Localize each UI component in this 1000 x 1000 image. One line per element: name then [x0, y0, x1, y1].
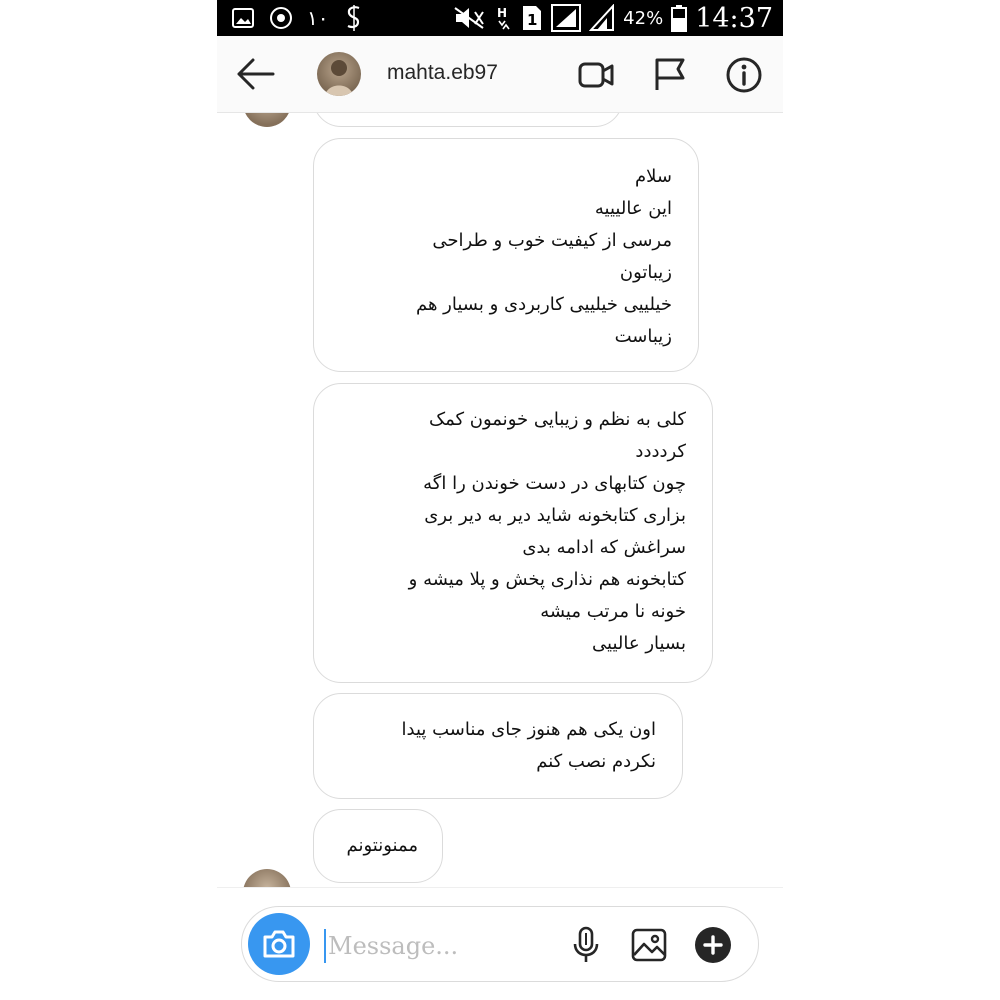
gallery-icon[interactable] [630, 926, 668, 964]
svg-text:H: H [497, 6, 507, 20]
chrome-notification-icon [270, 7, 292, 29]
status-bar: ١٠ H 1 42% 14:37 [217, 0, 783, 36]
clock: 14:37 [695, 2, 773, 34]
hplus-data-icon: H [497, 6, 510, 30]
battery-icon [671, 5, 688, 32]
signal-icon-2 [589, 4, 615, 31]
chat-header: mahta.eb97 [217, 36, 783, 113]
mute-icon [454, 7, 485, 29]
back-arrow-icon[interactable] [235, 56, 275, 92]
camera-icon [263, 930, 295, 958]
message-text-4: ممنونتونم [346, 835, 418, 856]
status-left-glyph: ١٠ [307, 6, 329, 30]
composer-bar [217, 887, 783, 1000]
username[interactable]: mahta.eb97 [387, 61, 498, 85]
gallery-notification-icon [232, 8, 254, 28]
info-icon[interactable] [725, 56, 763, 94]
avatar[interactable] [317, 52, 361, 96]
sender-avatar-bottom [243, 869, 291, 887]
plus-icon[interactable] [694, 926, 732, 964]
microphone-icon[interactable] [567, 926, 605, 964]
camera-button[interactable] [248, 913, 310, 975]
message-bubble-1[interactable]: سلام این عالیییه مرسی از کیفیت خوب و طرا… [313, 138, 699, 372]
phone-screen: ١٠ H 1 42% 14:37 mahta.eb97 سلام این عال… [217, 0, 783, 1000]
message-text-1: سلام این عالیییه مرسی از کیفیت خوب و طرا… [415, 166, 672, 347]
message-bubble-2[interactable]: کلی به نظم و زیبایی خونمون کمک کردددد چو… [313, 383, 713, 683]
flag-icon[interactable] [651, 56, 689, 94]
message-bubble-3[interactable]: اون یکی هم هنوز جای مناسب پیدا نکردم نصب… [313, 693, 683, 799]
message-text-2: کلی به نظم و زیبایی خونمون کمک کردددد چو… [408, 409, 686, 654]
svg-text:1: 1 [527, 11, 537, 29]
message-input[interactable] [326, 925, 560, 967]
video-call-icon[interactable] [577, 56, 615, 94]
message-bubble-4[interactable]: ممنونتونم [313, 809, 443, 883]
composer [241, 906, 759, 982]
sync-notification-icon [347, 5, 360, 31]
sender-avatar [243, 113, 291, 127]
message-text-3: اون یکی هم هنوز جای مناسب پیدا نکردم نصب… [401, 719, 657, 772]
message-thread[interactable]: سلام این عالیییه مرسی از کیفیت خوب و طرا… [217, 113, 783, 887]
status-right: H 1 42% 14:37 [453, 2, 773, 34]
status-left: ١٠ [231, 4, 366, 32]
sim1-icon: 1 [523, 6, 542, 30]
battery-percent: 42% [623, 7, 664, 29]
signal-icon-1 [551, 4, 582, 32]
message-bubble-previous[interactable] [313, 113, 623, 127]
